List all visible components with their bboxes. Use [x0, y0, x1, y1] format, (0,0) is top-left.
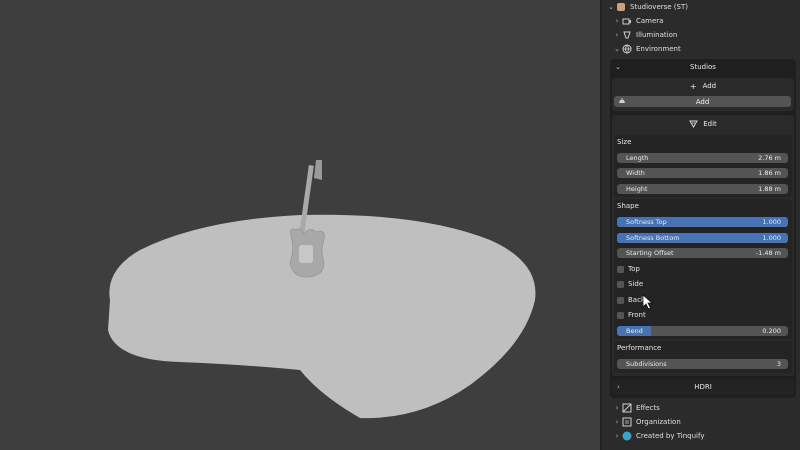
- chevron-right-icon[interactable]: ›: [612, 17, 622, 25]
- field-value: 0.200: [762, 327, 781, 335]
- field-label: Height: [626, 185, 648, 193]
- checkbox-box[interactable]: [617, 265, 624, 273]
- studios-panel-header[interactable]: ⌄ Studios: [610, 59, 796, 75]
- softness-bottom-slider[interactable]: Softness Bottom 1.000: [617, 233, 788, 243]
- field-value: 2.76 m: [758, 154, 781, 162]
- add-section-header[interactable]: + Add: [612, 80, 794, 92]
- field-label: Bend: [626, 327, 643, 335]
- add-studio-button[interactable]: Add: [614, 96, 791, 107]
- chevron-down-icon[interactable]: ⌄: [615, 63, 621, 71]
- tree-item-label: Environment: [636, 45, 681, 53]
- plus-icon: +: [689, 81, 697, 91]
- checkbox-label: Side: [628, 280, 644, 288]
- sidebar-divider[interactable]: [600, 0, 602, 450]
- front-checkbox[interactable]: Front: [617, 311, 646, 319]
- panel-title: Studios: [690, 63, 716, 71]
- organization-icon: [622, 417, 632, 427]
- chevron-down-icon[interactable]: ⌄: [606, 3, 616, 11]
- 3d-viewport[interactable]: [0, 0, 600, 450]
- field-label: Length: [626, 154, 649, 162]
- add-label: Add: [702, 82, 717, 90]
- tree-item-effects[interactable]: › Effects: [612, 401, 660, 415]
- tree-item-organization[interactable]: › Organization: [612, 415, 681, 429]
- field-label: Starting Offset: [626, 249, 674, 257]
- chevron-right-icon[interactable]: ›: [612, 418, 622, 426]
- field-label: Softness Top: [626, 218, 667, 226]
- length-field[interactable]: Length 2.76 m: [617, 153, 788, 163]
- softness-top-slider[interactable]: Softness Top 1.000: [617, 217, 788, 227]
- chevron-right-icon[interactable]: ›: [612, 31, 622, 39]
- tree-item-environment[interactable]: ⌄ Environment: [612, 42, 681, 56]
- field-value: 1.000: [762, 234, 781, 242]
- hdri-panel-header[interactable]: › HDRI: [612, 379, 794, 395]
- scene-render: [108, 160, 536, 419]
- studioverse-icon: [616, 2, 626, 12]
- chevron-right-icon[interactable]: ›: [612, 432, 622, 440]
- field-value: 1.88 m: [758, 185, 781, 193]
- camera-icon: [622, 16, 632, 26]
- field-label: Width: [626, 169, 645, 177]
- performance-title: Performance: [617, 344, 662, 352]
- tree-item-label: Effects: [636, 404, 660, 412]
- shape-title: Shape: [617, 202, 639, 210]
- field-value: 1.86 m: [758, 169, 781, 177]
- chevron-right-icon[interactable]: ›: [612, 404, 622, 412]
- checkbox-label: Top: [628, 265, 640, 273]
- mouse-cursor: [642, 294, 654, 310]
- tree-item-illumination[interactable]: › Illumination: [612, 28, 678, 42]
- field-label: Softness Bottom: [626, 234, 680, 242]
- tree-item-studioverse[interactable]: ⌄ Studioverse (ST): [606, 0, 688, 14]
- panel-title: HDRI: [694, 383, 712, 391]
- field-label: Subdivisions: [626, 360, 667, 368]
- light-icon: [622, 30, 632, 40]
- size-title: Size: [617, 138, 632, 146]
- tree-item-label: Illumination: [636, 31, 678, 39]
- field-value: -1.48 m: [755, 249, 781, 257]
- tree-item-label: Created by Tinquify: [636, 432, 705, 440]
- chevron-right-icon[interactable]: ›: [617, 383, 620, 391]
- edit-icon: [689, 119, 699, 130]
- effects-icon: [622, 403, 632, 413]
- checkbox-label: Front: [628, 311, 646, 319]
- bend-slider[interactable]: Bend 0.200: [617, 326, 788, 336]
- top-checkbox[interactable]: Top: [617, 265, 640, 273]
- checkbox-box[interactable]: [617, 296, 624, 304]
- add-button-label: Add: [695, 97, 710, 106]
- edit-label: Edit: [703, 120, 717, 128]
- checkbox-box[interactable]: [617, 280, 624, 288]
- checkbox-box[interactable]: [617, 311, 624, 319]
- tree-item-camera[interactable]: › Camera: [612, 14, 664, 28]
- edit-section-header[interactable]: Edit: [612, 118, 794, 130]
- tree-item-label: Organization: [636, 418, 681, 426]
- height-field[interactable]: Height 1.88 m: [617, 184, 788, 194]
- tinquify-icon: [622, 431, 632, 441]
- tree-item-label: Studioverse (ST): [630, 3, 688, 11]
- tree-item-created-by[interactable]: › Created by Tinquify: [612, 429, 705, 443]
- tree-item-label: Camera: [636, 17, 664, 25]
- side-checkbox[interactable]: Side: [617, 280, 643, 288]
- world-icon: [622, 44, 632, 54]
- field-value: 1.000: [762, 218, 781, 226]
- chevron-down-icon[interactable]: ⌄: [612, 45, 622, 53]
- starting-offset-field[interactable]: Starting Offset -1.48 m: [617, 248, 788, 258]
- width-field[interactable]: Width 1.86 m: [617, 168, 788, 178]
- field-value: 3: [776, 360, 781, 368]
- back-checkbox[interactable]: Back: [617, 296, 645, 304]
- subdivisions-field[interactable]: Subdivisions 3: [617, 359, 788, 369]
- studio-add-icon: [618, 97, 626, 107]
